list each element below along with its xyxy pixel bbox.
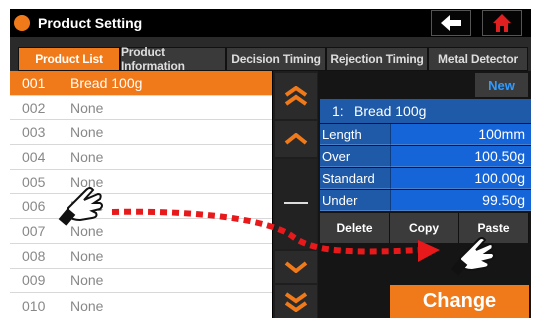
tab-product-list[interactable]: Product List [18,47,120,71]
page-down-button[interactable] [275,285,317,318]
list-item[interactable]: 005 None [10,170,272,195]
tab-rejection-timing[interactable]: Rejection Timing [326,47,428,71]
scroll-column [272,71,318,318]
copy-button[interactable]: Copy [390,213,459,243]
detail-header: 1: Bread 100g [320,99,531,123]
list-item[interactable]: 001 Bread 100g [10,71,272,96]
tab-product-information[interactable]: Product Information [120,45,226,73]
detail-row-length[interactable]: Length 100mm [320,124,531,145]
tab-metal-detector[interactable]: Metal Detector [428,47,528,71]
list-item[interactable]: 008 None [10,244,272,269]
app-window: Product Setting Product List Product Inf… [10,9,531,318]
list-item[interactable]: 002 None [10,96,272,121]
detail-panel: New 1: Bread 100g Length 100mm Over 100.50… [318,71,531,318]
scroll-up-button[interactable] [275,121,317,157]
dash-icon [284,202,308,204]
home-icon [493,14,511,32]
arrow-left-icon [441,15,461,31]
paste-button[interactable]: Paste [459,213,529,243]
list-item[interactable]: 009 None [10,269,272,294]
new-button[interactable]: New [475,73,528,97]
detail-row-standard[interactable]: Standard 100.00g [320,168,531,189]
status-dot-icon [14,15,30,31]
detail-number: 1: [332,103,344,119]
title-bar: Product Setting [10,9,531,37]
product-list: 001 Bread 100g 002 None 003 None 004 None 00… [10,71,272,318]
detail-row-under[interactable]: Under 99.50g [320,190,531,211]
chevron-down-icon [284,261,308,273]
list-item[interactable]: 010 None [10,293,272,318]
chevron-up-icon [284,133,308,145]
scroll-down-button[interactable] [275,251,317,283]
page-up-button[interactable] [275,73,317,119]
list-item[interactable]: 006 None [10,195,272,220]
change-button[interactable]: Change [390,285,529,318]
delete-button[interactable]: Delete [320,213,390,243]
list-item[interactable]: 004 None [10,145,272,170]
back-button[interactable] [431,10,471,36]
tab-decision-timing[interactable]: Decision Timing [226,47,326,71]
list-item[interactable]: 003 None [10,120,272,146]
double-chevron-down-icon [284,291,308,312]
tab-bar: Product List Product Information Decisio… [10,37,531,73]
detail-product-name: Bread 100g [354,103,427,119]
detail-row-over[interactable]: Over 100.50g [320,146,531,167]
scroll-track[interactable] [275,159,317,249]
home-button[interactable] [482,10,522,36]
page-title: Product Setting [38,15,143,31]
list-item[interactable]: 007 None [10,219,272,244]
double-chevron-up-icon [284,86,308,106]
